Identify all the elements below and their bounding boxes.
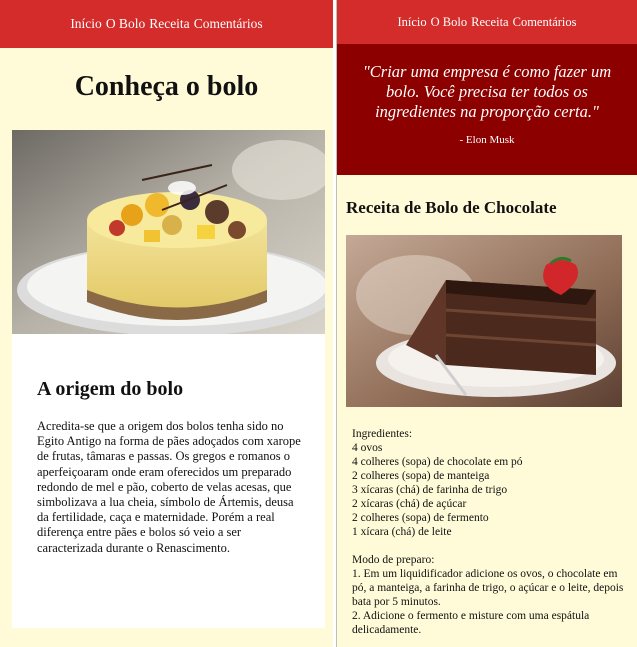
navbar: Início O Bolo Receita Comentários <box>0 0 333 48</box>
quote-box: "Criar uma empresa é como fazer um bolo.… <box>337 44 637 175</box>
nav-link-inicio[interactable]: Início <box>70 16 102 32</box>
recipe-title: Receita de Bolo de Chocolate <box>346 198 557 217</box>
page-title: Conheça o bolo <box>74 71 259 102</box>
nav-link-o-bolo[interactable]: O Bolo <box>431 15 467 30</box>
nav-link-receita[interactable]: Receita <box>471 15 508 30</box>
origin-section: A origem do bolo Acredita-se que a orige… <box>12 334 325 628</box>
origin-title: A origem do bolo <box>37 378 184 400</box>
nav-link-receita[interactable]: Receita <box>149 16 189 32</box>
ingredient-item: 3 xícaras (chá) de farinha de trigo <box>352 484 508 496</box>
ingredient-item: 4 ovos <box>352 442 383 454</box>
nav-link-comentarios[interactable]: Comentários <box>194 16 263 32</box>
navbar: Início O Bolo Receita Comentários <box>337 0 637 44</box>
fruit-cake-image <box>12 130 325 334</box>
nav-link-inicio[interactable]: Início <box>397 15 426 30</box>
origin-text: Acredita-se que a origem dos bolos tenha… <box>37 419 301 555</box>
nav-link-comentarios[interactable]: Comentários <box>513 15 577 30</box>
ingredient-item: 4 colheres (sopa) de chocolate em pó <box>352 456 523 468</box>
method-label: Modo de preparo: <box>352 554 435 566</box>
right-panel: Início O Bolo Receita Comentários "Criar… <box>336 0 637 647</box>
chocolate-cake-image <box>346 235 622 407</box>
left-panel: Início O Bolo Receita Comentários Conheç… <box>0 0 333 647</box>
method-step: 1. Em um liquidificador adicione os ovos… <box>352 568 624 608</box>
quote-author: - Elon Musk <box>459 134 515 146</box>
recipe-text: Ingredientes: 4 ovos 4 colheres (sopa) d… <box>352 427 624 637</box>
ingredient-item: 2 xícaras (chá) de açúcar <box>352 498 467 510</box>
quote-text: "Criar uma empresa é como fazer um bolo.… <box>362 62 612 121</box>
method-step: 2. Adicione o fermento e misture com uma… <box>352 610 590 636</box>
ingredient-item: 2 colheres (sopa) de manteiga <box>352 470 490 482</box>
nav-link-o-bolo[interactable]: O Bolo <box>106 16 145 32</box>
ingredient-item: 1 xícara (chá) de leite <box>352 526 452 538</box>
ingredient-item: 2 colheres (sopa) de fermento <box>352 512 489 524</box>
ingredients-label: Ingredientes: <box>352 428 413 440</box>
